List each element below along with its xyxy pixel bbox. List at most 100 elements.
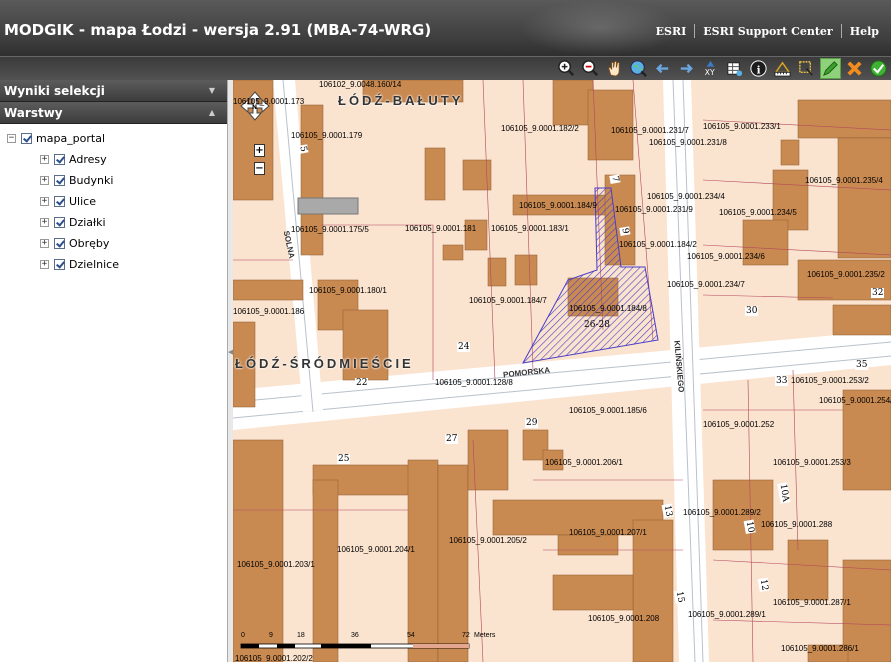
chevron-down-icon: ▼ (208, 86, 215, 95)
layer-checkbox[interactable] (54, 238, 65, 249)
edit-pencil-icon (822, 61, 838, 77)
expand-icon[interactable]: + (40, 218, 49, 227)
parcel-label: 106105_9.0001.235/2 (807, 270, 885, 279)
collapse-icon[interactable]: − (7, 134, 16, 143)
layers-title: Warstwy (4, 106, 63, 120)
layer-label: Adresy (69, 153, 107, 166)
expand-icon[interactable]: + (40, 176, 49, 185)
parcel-label: 106105_9.0001.184/2 (619, 240, 697, 249)
app-header: MODGIK - mapa Łodzi - wersja 2.91 (MBA-7… (0, 0, 891, 56)
parcel-label: 106105_9.0001.287/1 (773, 598, 851, 607)
clear-selection-button[interactable] (844, 58, 865, 79)
house-number: 22 (355, 378, 369, 388)
select-button[interactable] (796, 58, 817, 79)
building (557, 534, 619, 556)
info-button[interactable]: i (748, 58, 769, 79)
parcel-label: 106105_9.0001.203/1 (237, 560, 315, 569)
parcel-label: 106105_9.0001.181 (405, 224, 477, 233)
full-extent-button[interactable] (628, 58, 649, 79)
xy-coordinate-button[interactable]: XY (700, 58, 721, 79)
map-zoom-out-button[interactable]: − (254, 162, 265, 175)
layer-label: Obręby (69, 237, 110, 250)
parcel-label: 106105_9.0001.184/8 (569, 304, 647, 313)
forward-button[interactable] (676, 58, 697, 79)
house-number: 33 (775, 376, 789, 386)
building (780, 139, 800, 166)
expand-icon[interactable]: + (40, 239, 49, 248)
pan-control[interactable]: N (239, 90, 270, 130)
house-number: 13 (661, 503, 674, 519)
edit-button[interactable] (820, 58, 841, 79)
layer-checkbox[interactable] (54, 217, 65, 228)
house-number: 30 (745, 306, 759, 316)
layer-checkbox[interactable] (21, 133, 32, 144)
building (632, 519, 674, 662)
zoom-out-button[interactable] (580, 58, 601, 79)
building (514, 254, 538, 286)
parcel-label: 106105_9.0001.234/5 (719, 208, 797, 217)
help-link[interactable]: Help (842, 25, 887, 38)
layer-checkbox[interactable] (54, 259, 65, 270)
layer-checkbox[interactable] (54, 196, 65, 207)
building (442, 244, 464, 261)
pan-hand-icon (608, 60, 620, 77)
parcel-label: 106105_9.0001.286/1 (781, 644, 859, 653)
esri-link[interactable]: ESRI (648, 25, 695, 38)
zoom-out-icon (582, 60, 598, 76)
house-number: 24 (457, 342, 471, 352)
parcel-label: 106105_9.0001.207/1 (569, 528, 647, 537)
house-number: 29 (525, 418, 539, 428)
expand-icon[interactable]: + (40, 197, 49, 206)
building (842, 389, 891, 491)
map-view[interactable]: N + − ŁÓDŹ-BAŁUTY ŁÓDŹ-ŚRÓDMIEŚCIE SOLNA… (233, 80, 891, 662)
district-label: ŁÓDŹ-ŚRÓDMIEŚCIE (235, 356, 414, 371)
back-arrow-icon (656, 63, 669, 74)
layers-header[interactable]: Warstwy ▲ (0, 102, 227, 124)
chevron-up-icon: ▲ (208, 108, 215, 117)
scale-label: 0 (241, 632, 245, 639)
attribute-table-button[interactable] (724, 58, 745, 79)
structure-grey (297, 197, 359, 215)
layer-checkbox[interactable] (54, 175, 65, 186)
full-extent-icon (630, 60, 647, 77)
parcel-label: 106105_9.0001.128/8 (435, 378, 513, 387)
zoom-in-button[interactable] (556, 58, 577, 79)
building (837, 137, 891, 259)
confirm-button[interactable] (868, 58, 889, 79)
selection-results-header[interactable]: Wyniki selekcji ▼ (0, 80, 227, 102)
parcel-label: 106105_9.0001.208 (588, 614, 660, 623)
parcel-label: 106105_9.0001.206/1 (545, 458, 623, 467)
layer-checkbox[interactable] (54, 154, 65, 165)
parcel-label: 106105_9.0001.180/1 (309, 286, 387, 295)
layer-row: + Adresy (0, 149, 227, 170)
esri-support-link[interactable]: ESRI Support Center (695, 25, 840, 38)
house-number: 15 (673, 589, 686, 605)
layer-root-row: − mapa_portal (0, 128, 227, 149)
pan-arrows-icon: N (240, 91, 270, 121)
scale-label: 9 (269, 632, 273, 639)
parcel-label: 106105_9.0001.182/2 (501, 124, 579, 133)
svg-text:XY: XY (705, 68, 715, 77)
expand-icon[interactable]: + (40, 155, 49, 164)
map-zoom-in-button[interactable]: + (254, 144, 265, 157)
pan-button[interactable] (604, 58, 625, 79)
house-number: 32 (871, 288, 885, 298)
back-button[interactable] (652, 58, 673, 79)
parcel-label: 106105_9.0001.253/3 (773, 458, 851, 467)
parcel-label: 106105_9.0001.234/7 (667, 280, 745, 289)
building (787, 539, 829, 601)
parcel-label: 106105_9.0001.231/8 (649, 138, 727, 147)
measure-button[interactable] (772, 58, 793, 79)
parcel-label: 106105_9.0001.231/7 (611, 126, 689, 135)
header-links: ESRI ESRI Support Center Help (648, 24, 887, 38)
expand-icon[interactable]: + (40, 260, 49, 269)
parcel-label: 106105_9.0001.253/2 (791, 376, 869, 385)
parcel-label: 106105_9.0001.288 (761, 520, 833, 529)
map-canvas (233, 80, 891, 662)
parcel-label: 106105_9.0001.173 (233, 97, 305, 106)
confirm-icon (870, 60, 887, 77)
house-number: 12 (757, 577, 770, 593)
parcel-label: 106102_9.0048.160/14 (319, 80, 402, 89)
building (552, 574, 634, 611)
parcel-label: 106105_9.0001.184/9 (519, 201, 597, 210)
